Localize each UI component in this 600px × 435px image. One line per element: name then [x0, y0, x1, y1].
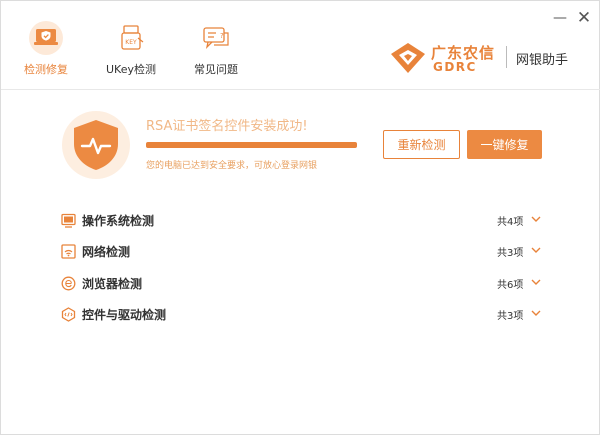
check-row-browser[interactable]: 浏览器检测 共6项: [59, 272, 545, 296]
check-count: 共4项: [497, 217, 524, 228]
svg-text:KEY: KEY: [125, 39, 137, 46]
chevron-down-icon[interactable]: [531, 309, 541, 317]
one-click-repair-button[interactable]: 一键修复: [467, 130, 542, 159]
shield-heartbeat-icon: [74, 120, 118, 170]
tab-label: 检测修复: [24, 63, 68, 76]
check-label: 网络检测: [82, 245, 131, 259]
check-count: 共3项: [497, 248, 524, 259]
check-label: 浏览器检测: [82, 277, 143, 291]
status-subtitle: 您的电脑已达到安全要求，可放心登录网银: [146, 161, 318, 171]
tab-label: 常见问题: [194, 63, 238, 76]
status-title: RSA证书签名控件安装成功!: [146, 119, 308, 134]
brand-separator: [506, 46, 507, 68]
app-window: — ✕ 检测修复 KEY UKey检测 ? 常见问题 广东农信 GDRC 网银助…: [0, 0, 600, 435]
faq-chat-icon: ?: [199, 21, 233, 55]
check-row-network[interactable]: 网络检测 共3项: [59, 240, 545, 264]
recheck-button[interactable]: 重新检测: [383, 130, 460, 159]
browser-icon: [61, 276, 76, 291]
ukey-icon: KEY: [114, 21, 148, 55]
check-label: 控件与驱动检测: [82, 308, 167, 322]
check-row-os[interactable]: 操作系统检测 共4项: [59, 209, 545, 233]
scan-progress-bar: [146, 142, 357, 148]
gdrc-logo-icon: [391, 43, 425, 73]
tab-faq[interactable]: ? 常见问题: [181, 21, 251, 79]
status-shield: [62, 111, 130, 179]
control-driver-icon: [61, 307, 76, 322]
tab-label: UKey检测: [106, 63, 156, 76]
svg-text:?: ?: [220, 32, 224, 40]
app-name: 网银助手: [516, 53, 569, 68]
tab-ukey-detect[interactable]: KEY UKey检测: [96, 21, 166, 79]
minimize-button[interactable]: —: [549, 7, 571, 29]
brand-name-en: GDRC: [433, 60, 477, 74]
chevron-down-icon[interactable]: [531, 215, 541, 223]
scan-progress-fill: [146, 142, 357, 148]
chevron-down-icon[interactable]: [531, 278, 541, 286]
header-divider: [1, 89, 600, 90]
close-button[interactable]: ✕: [573, 7, 595, 29]
check-count: 共6项: [497, 280, 524, 291]
laptop-shield-icon: [29, 21, 63, 55]
check-row-controls-drivers[interactable]: 控件与驱动检测 共3项: [59, 303, 545, 327]
chevron-down-icon[interactable]: [531, 246, 541, 254]
check-label: 操作系统检测: [82, 214, 155, 228]
tab-detect-repair[interactable]: 检测修复: [11, 21, 81, 79]
check-count: 共3项: [497, 311, 524, 322]
network-icon: [61, 244, 76, 259]
monitor-icon: [61, 213, 76, 228]
